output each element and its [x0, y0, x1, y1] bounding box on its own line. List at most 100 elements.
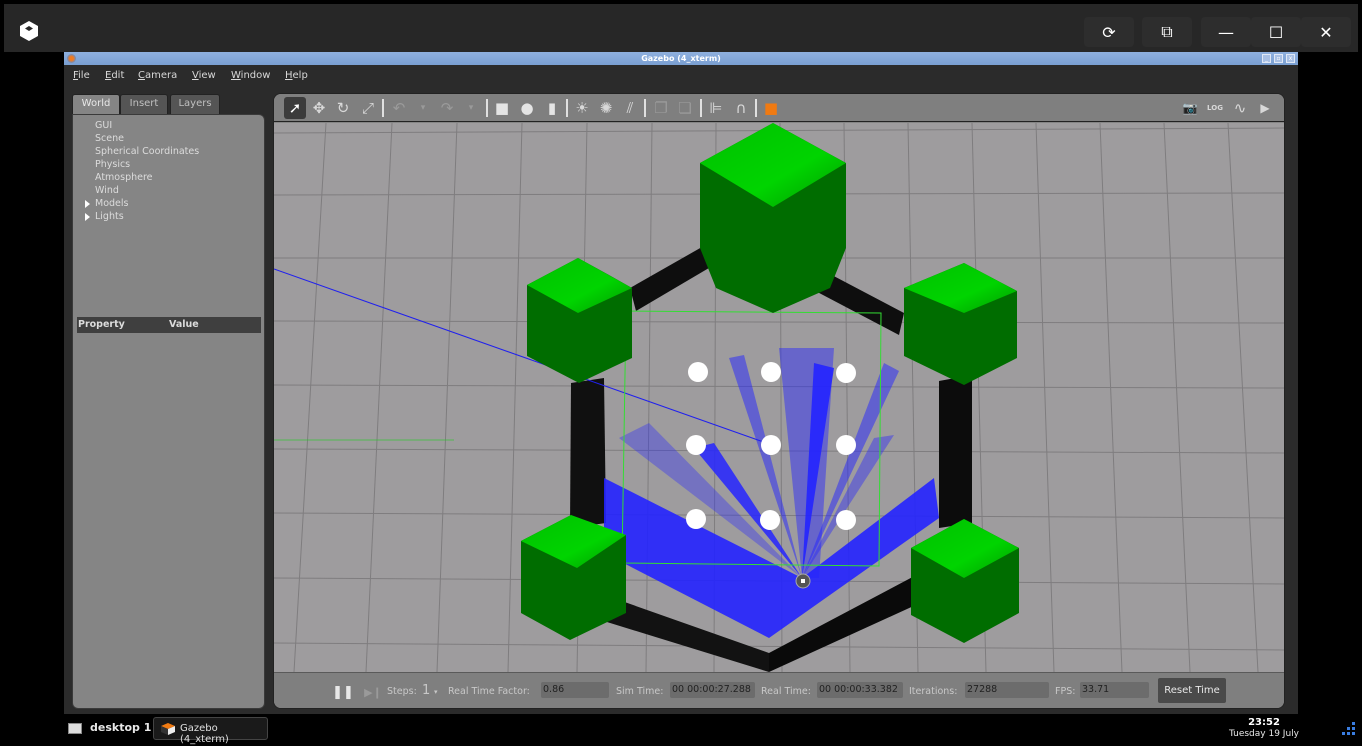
menu-edit[interactable]: Edit	[105, 70, 124, 81]
copy-button[interactable]: ❐	[650, 97, 672, 119]
tree-item-label: GUI	[95, 120, 113, 131]
scene-canvas[interactable]	[274, 123, 1285, 672]
tree-item-physics[interactable]: Physics	[95, 159, 130, 170]
wm-minimize-button[interactable]: _	[1262, 54, 1271, 63]
expand-arrow-icon[interactable]	[85, 213, 90, 221]
view-angle-button[interactable]: ■	[760, 97, 782, 119]
render-panel: ➚ ✥ ↻ ⤢ ↶ ▾ ↷ ▾ ■ ● ▮ ☀ ✺ ⫽ ❐ ❏ ⊫ ∩ ■ 📷 …	[273, 93, 1285, 709]
taskbar-item-gazebo[interactable]: Gazebo (4_xterm)	[153, 717, 268, 745]
tree-item-lights[interactable]: Lights	[85, 211, 124, 222]
redo-history-button[interactable]: ▾	[460, 97, 482, 119]
undo-button[interactable]: ↶	[388, 97, 410, 119]
plot-button[interactable]: ∿	[1229, 97, 1251, 119]
steps-dropdown-icon[interactable]: ▾	[434, 688, 438, 696]
column-property: Property	[78, 319, 125, 330]
menu-view[interactable]: View	[192, 70, 216, 81]
log-button[interactable]: LOG	[1204, 97, 1226, 119]
camera-icon: 📷	[1182, 101, 1198, 115]
rotate-mode-button[interactable]: ↻	[332, 97, 354, 119]
step-button[interactable]: ▶❙	[362, 681, 384, 703]
rotate-icon: ↻	[336, 99, 350, 117]
sphere-shape-button[interactable]: ●	[516, 97, 538, 119]
robot[interactable]	[795, 573, 811, 589]
tree-item-scene[interactable]: Scene	[95, 133, 124, 144]
undo-history-button[interactable]: ▾	[412, 97, 434, 119]
tree-item-gui[interactable]: GUI	[95, 120, 112, 131]
desktop-icon[interactable]	[68, 723, 82, 734]
toolbar-separator	[486, 99, 488, 117]
cylinder-shape-button[interactable]: ▮	[541, 97, 563, 119]
maximize-button[interactable]: ☐	[1251, 17, 1301, 47]
simulation-status-bar: ❚❚ ▶❙ Steps: 1 ▾ Real Time Factor: 0.86 …	[274, 672, 1284, 708]
box-shape-button[interactable]: ■	[491, 97, 513, 119]
world-panel: GUI Scene Spherical Coordinates Physics …	[72, 114, 265, 709]
spot-light-button[interactable]: ✺	[595, 97, 617, 119]
spot-light-icon: ✺	[599, 99, 613, 117]
video-camera-icon: ▶	[1260, 101, 1270, 115]
tree-item-wind[interactable]: Wind	[95, 185, 119, 196]
pause-button[interactable]: ❚❚	[332, 681, 354, 703]
point-light-icon: ☀	[575, 99, 589, 117]
menu-file[interactable]: File	[73, 70, 90, 81]
gazebo-title-bar[interactable]: Gazebo (4_xterm) _ ▫ x	[64, 52, 1298, 65]
point-light-button[interactable]: ☀	[571, 97, 593, 119]
select-mode-button[interactable]: ➚	[284, 97, 306, 119]
tab-insert[interactable]: Insert	[120, 94, 168, 114]
tab-world[interactable]: World	[72, 94, 120, 115]
reset-time-button[interactable]: Reset Time	[1158, 678, 1226, 703]
menu-camera[interactable]: Camera	[138, 70, 177, 81]
desktop-background	[1298, 52, 1358, 714]
redo-button[interactable]: ↷	[436, 97, 458, 119]
minimize-button[interactable]: —	[1201, 17, 1251, 47]
directional-light-button[interactable]: ⫽	[619, 97, 641, 119]
desktop-background	[4, 52, 64, 714]
scale-icon: ⤢	[361, 99, 374, 117]
menu-window[interactable]: Window	[231, 70, 270, 81]
translate-mode-button[interactable]: ✥	[308, 97, 330, 119]
tree-item-label: Scene	[95, 133, 124, 144]
right-panel-splitter-handle[interactable]	[1285, 93, 1298, 709]
fps-label: FPS:	[1055, 686, 1076, 697]
wm-close-button[interactable]: x	[1286, 54, 1295, 63]
tree-item-atmosphere[interactable]: Atmosphere	[95, 172, 153, 183]
scale-mode-button[interactable]: ⤢	[357, 97, 379, 119]
snap-button[interactable]: ∩	[730, 97, 752, 119]
close-icon: ✕	[1319, 22, 1333, 42]
laser-ray-line	[274, 268, 773, 446]
restore-windows-button[interactable]: ⧉	[1142, 17, 1192, 47]
taskbar-item-label: Gazebo (4_xterm)	[180, 723, 229, 745]
3d-viewport[interactable]	[274, 123, 1285, 672]
column-value: Value	[169, 319, 199, 330]
rtf-field: 0.86	[541, 682, 609, 698]
sim-time-field: 00 00:00:27.288	[670, 682, 755, 698]
close-button[interactable]: ✕	[1301, 17, 1351, 47]
tree-item-label: Atmosphere	[95, 172, 153, 183]
toolbar-separator	[755, 99, 757, 117]
tree-item-label: Physics	[95, 159, 131, 170]
desktop-switcher[interactable]: desktop 1	[90, 721, 151, 734]
magnet-icon: ∩	[735, 99, 747, 117]
menu-help[interactable]: Help	[285, 70, 308, 81]
app-grid-icon[interactable]	[1342, 722, 1356, 736]
fps-field: 33.71	[1080, 682, 1149, 698]
tree-item-spherical-coordinates[interactable]: Spherical Coordinates	[95, 146, 199, 157]
windows-icon: ⧉	[1161, 22, 1173, 41]
video-record-button[interactable]: ▶	[1254, 97, 1276, 119]
tab-layers[interactable]: Layers	[170, 94, 220, 114]
steps-value[interactable]: 1	[422, 683, 430, 698]
plot-icon: ∿	[1233, 99, 1247, 117]
refresh-button[interactable]: ⟳	[1084, 17, 1134, 47]
green-hex-top	[700, 123, 846, 313]
tree-item-models[interactable]: Models	[85, 198, 128, 209]
align-button[interactable]: ⊫	[705, 97, 727, 119]
wm-maximize-button[interactable]: ▫	[1274, 54, 1283, 63]
green-hex-upper-right	[904, 263, 1017, 385]
copy-icon: ❐	[654, 99, 668, 117]
minimize-icon: —	[1218, 22, 1234, 42]
screenshot-button[interactable]: 📷	[1179, 97, 1201, 119]
toolbar: ➚ ✥ ↻ ⤢ ↶ ▾ ↷ ▾ ■ ● ▮ ☀ ✺ ⫽ ❐ ❏ ⊫ ∩ ■ 📷 …	[274, 94, 1284, 122]
paste-button[interactable]: ❏	[674, 97, 696, 119]
view-cube-icon: ■	[763, 99, 779, 117]
expand-arrow-icon[interactable]	[85, 200, 90, 208]
outer-title-bar: ⟳ ⧉ — ☐ ✕	[4, 4, 1358, 52]
